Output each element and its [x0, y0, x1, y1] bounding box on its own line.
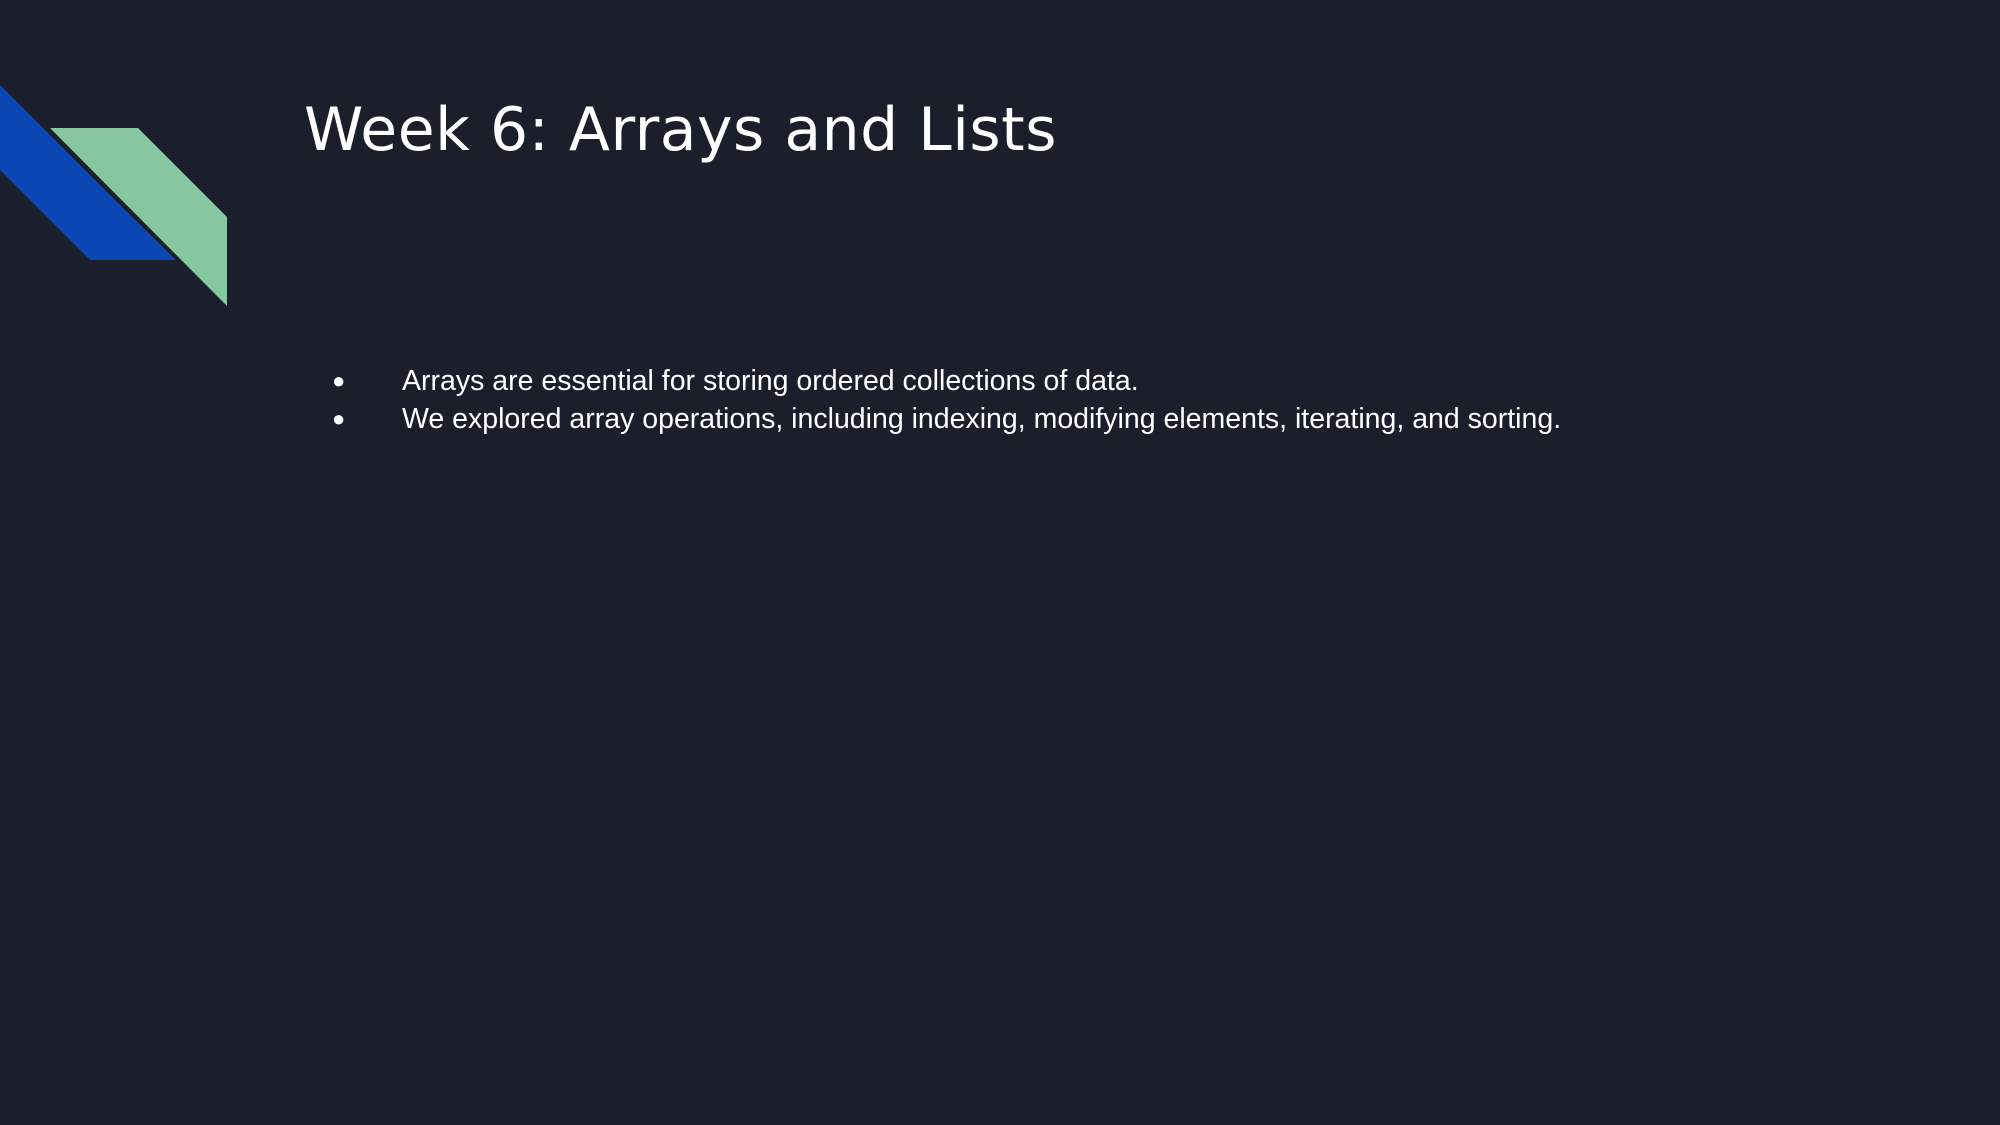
bullet-list: ● Arrays are essential for storing order…	[332, 362, 1561, 438]
bullet-dot-icon: ●	[332, 368, 346, 393]
corner-stripes-decoration	[0, 85, 227, 306]
slide-title: Week 6: Arrays and Lists	[304, 95, 1057, 165]
bullet-text: We explored array operations, including …	[402, 403, 1562, 435]
bullet-text: Arrays are essential for storing ordered…	[402, 365, 1139, 397]
bullet-item: ● Arrays are essential for storing order…	[332, 362, 1561, 400]
slide: Week 6: Arrays and Lists ● Arrays are es…	[0, 0, 2000, 1125]
bullet-dot-icon: ●	[332, 406, 346, 431]
bullet-item: ● We explored array operations, includin…	[332, 400, 1561, 438]
